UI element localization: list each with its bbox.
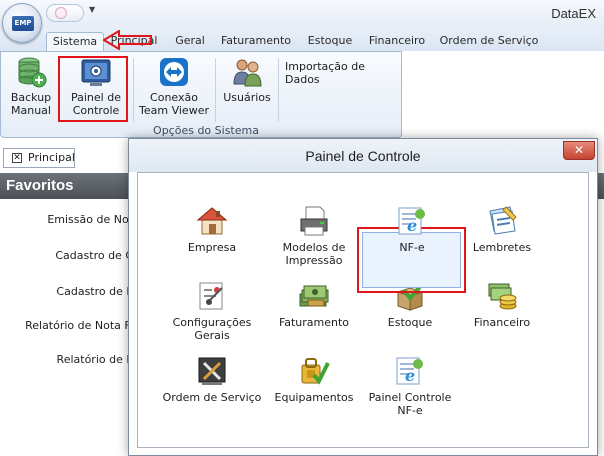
backup-label-line2: Manual <box>11 104 51 117</box>
tab-estoque[interactable]: Estoque <box>304 32 356 51</box>
money-icon <box>298 280 330 312</box>
nfe-label: NF-e <box>399 241 425 254</box>
usuarios-label: Usuários <box>223 91 271 104</box>
backup-manual-button[interactable]: Backup Manual <box>7 56 55 117</box>
ordem-de-servico-item[interactable]: Ordem de Serviço <box>162 355 262 404</box>
modelos-label-line1: Modelos de <box>282 241 346 254</box>
favorito-item[interactable]: Cadastro de P <box>56 285 133 298</box>
empresa-item[interactable]: Empresa <box>162 205 262 254</box>
estoque-label: Estoque <box>387 316 433 329</box>
usuarios-button[interactable]: Usuários <box>221 56 273 104</box>
ribbon-group-label: Opções do Sistema <box>153 124 259 137</box>
title-bar: ▼ DataEX <box>0 0 604 28</box>
ribbon-tab-bar: Sistema Principal Geral Faturamento Esto… <box>0 28 604 51</box>
svg-text:e: e <box>405 366 415 385</box>
favorito-item[interactable]: Cadastro de C <box>55 249 133 262</box>
painel-controle-nfe-label-line1: Painel Controle <box>368 391 452 404</box>
favoritos-list: Emissão de Not Cadastro de C Cadastro de… <box>0 199 134 456</box>
financeiro-label: Financeiro <box>473 316 531 329</box>
dialog-close-button[interactable]: ✕ <box>563 141 595 160</box>
tools-icon <box>196 355 228 387</box>
painel-controle-nfe-label-line2: NF-e <box>397 404 423 417</box>
tab-financeiro[interactable]: Financeiro <box>364 32 430 51</box>
ordem-de-servico-label: Ordem de Serviço <box>162 391 262 404</box>
teamviewer-icon <box>158 56 190 88</box>
app-logo-icon: EMP <box>12 16 34 31</box>
favorito-item[interactable]: Relatório de Nota Fi <box>25 319 133 332</box>
empresa-label: Empresa <box>187 241 237 254</box>
teamviewer-label-line2: Team Viewer <box>139 104 209 117</box>
document-tab-label: Principal <box>28 151 75 164</box>
tab-geral[interactable]: Geral <box>170 32 210 51</box>
coins-icon <box>486 280 518 312</box>
printer-icon <box>298 205 330 237</box>
modelos-de-impressao-item[interactable]: Modelos de Impressão <box>264 205 364 267</box>
painel-controle-nfe-item[interactable]: e Painel Controle NF-e <box>360 355 460 417</box>
faturamento-label: Faturamento <box>278 316 350 329</box>
lembretes-item[interactable]: Lembretes <box>452 205 552 254</box>
tab-ordem-de-servico[interactable]: Ordem de Serviço <box>438 32 540 51</box>
nfe-item[interactable]: e NF-e <box>362 205 462 254</box>
tab-faturamento[interactable]: Faturamento <box>218 32 294 51</box>
settings-icon <box>196 280 228 312</box>
dialog-title: Painel de Controle <box>305 148 421 164</box>
quick-access-dropdown-icon[interactable]: ▼ <box>89 5 95 14</box>
equipment-icon <box>298 355 330 387</box>
quick-access-icon[interactable] <box>55 7 67 19</box>
equipamentos-label: Equipamentos <box>274 391 354 404</box>
lembretes-label: Lembretes <box>472 241 532 254</box>
ribbon-empty-area <box>402 51 604 138</box>
app-title: DataEX <box>551 6 596 21</box>
faturamento-item[interactable]: Faturamento <box>264 280 364 329</box>
equipamentos-item[interactable]: Equipamentos <box>264 355 364 404</box>
financeiro-item[interactable]: Financeiro <box>452 280 552 329</box>
notes-icon <box>486 205 518 237</box>
modelos-label-line2: Impressão <box>285 254 343 267</box>
ribbon-separator <box>215 58 216 122</box>
nfe-icon: e <box>396 205 428 237</box>
users-icon <box>231 56 263 88</box>
favorito-item[interactable]: Emissão de Not <box>47 213 133 226</box>
svg-text:e: e <box>407 216 417 235</box>
dialog-content: Empresa Modelos de Impressão e NF-e Lemb… <box>137 172 589 448</box>
conexao-team-viewer-button[interactable]: Conexão Team Viewer <box>137 56 211 117</box>
document-tab-principal[interactable]: ✕ Principal <box>3 148 75 168</box>
application-menu-button[interactable]: EMP <box>2 3 42 43</box>
tab-sistema[interactable]: Sistema <box>46 32 104 51</box>
close-tab-icon[interactable]: ✕ <box>12 153 22 163</box>
painel-de-controle-dialog: Painel de Controle ✕ Empresa Modelos de … <box>128 138 598 456</box>
quick-access-toolbar[interactable] <box>46 4 84 22</box>
teamviewer-label-line1: Conexão <box>150 91 198 104</box>
importacao-de-dados-button[interactable]: Importação de Dados <box>285 60 401 86</box>
painel-highlight-annotation <box>58 56 128 122</box>
configuracoes-label-line1: Configurações <box>172 316 252 329</box>
backup-label-line1: Backup <box>10 91 52 104</box>
ribbon-separator <box>278 58 279 122</box>
nfe-panel-icon: e <box>394 355 426 387</box>
configuracoes-gerais-item[interactable]: Configurações Gerais <box>162 280 262 342</box>
red-arrow-annotation <box>103 30 152 50</box>
house-icon <box>196 205 228 237</box>
dialog-title-bar: Painel de Controle ✕ <box>129 139 597 172</box>
ribbon-separator <box>133 58 134 122</box>
database-add-icon <box>15 56 47 88</box>
favoritos-title: Favoritos <box>6 177 74 194</box>
favorito-item[interactable]: Relatório de P <box>57 353 133 366</box>
configuracoes-label-line2: Gerais <box>194 329 230 342</box>
